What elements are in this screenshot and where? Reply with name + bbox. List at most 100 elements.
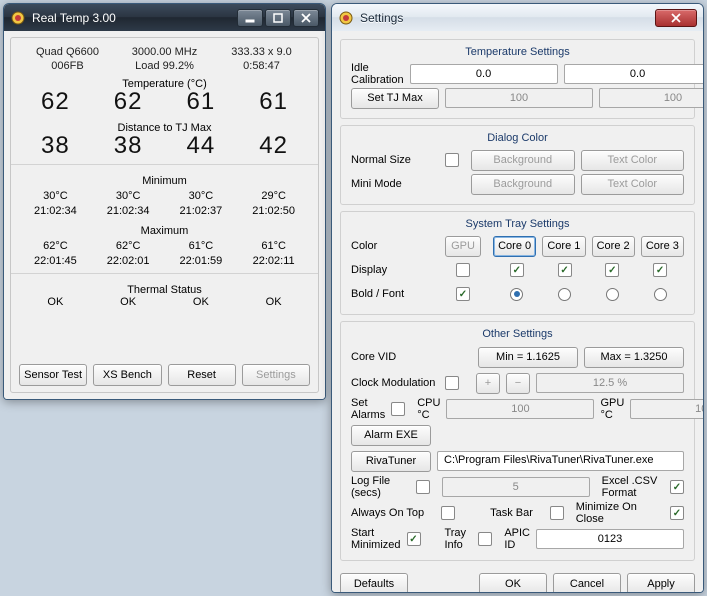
dialog-color-title: Dialog Color bbox=[351, 132, 684, 144]
idle-calibration-label: Idle Calibration bbox=[351, 62, 404, 86]
min-val-2: 30°C bbox=[189, 190, 214, 202]
uptime: 0:58:47 bbox=[213, 60, 310, 72]
gpu-c-label: GPU °C bbox=[600, 397, 624, 421]
core1-color-button[interactable]: Core 1 bbox=[542, 236, 585, 257]
corevid-label: Core VID bbox=[351, 351, 439, 363]
cpu-model: Quad Q6600 bbox=[19, 46, 116, 58]
minimum-header: Minimum bbox=[19, 175, 310, 187]
startmin-label: Start Minimized bbox=[351, 527, 401, 551]
mini-tc-button[interactable]: Text Color bbox=[581, 174, 685, 195]
gpu-color-button[interactable]: GPU bbox=[445, 236, 481, 257]
rivatuner-button[interactable]: RivaTuner bbox=[351, 451, 431, 472]
defaults-button[interactable]: Defaults bbox=[340, 573, 408, 593]
alarm-exe-button[interactable]: Alarm EXE bbox=[351, 425, 431, 446]
xs-bench-button[interactable]: XS Bench bbox=[93, 364, 161, 386]
dialog-color-group: Dialog Color Normal Size Background Text… bbox=[340, 125, 695, 205]
setalarms-label: Set Alarms bbox=[351, 397, 385, 421]
min-val-0: 30°C bbox=[43, 190, 68, 202]
tjmax-0 bbox=[445, 88, 593, 108]
corevid-max-button[interactable]: Max = 1.3250 bbox=[584, 347, 684, 368]
tj-dist-2: 44 bbox=[165, 132, 238, 160]
taskbar-label: Task Bar bbox=[490, 507, 544, 519]
minimize-button[interactable] bbox=[237, 9, 263, 27]
status-2: OK bbox=[165, 296, 238, 308]
other-settings-group: Other Settings Core VID Min = 1.1625 Max… bbox=[340, 321, 695, 561]
core-temp-1: 62 bbox=[92, 88, 165, 116]
bold-check[interactable] bbox=[456, 287, 470, 301]
corevid-min-button[interactable]: Min = 1.1625 bbox=[478, 347, 578, 368]
mini-mode-label: Mini Mode bbox=[351, 178, 439, 190]
tj-dist-1: 38 bbox=[92, 132, 165, 160]
mini-bg-button[interactable]: Background bbox=[471, 174, 575, 195]
realtemp-titlebar[interactable]: Real Temp 3.00 bbox=[4, 4, 325, 31]
startmin-check[interactable] bbox=[407, 532, 421, 546]
font-core0-radio[interactable] bbox=[510, 288, 523, 301]
max-val-3: 61°C bbox=[261, 240, 286, 252]
display-core1-check[interactable] bbox=[558, 263, 572, 277]
apply-button[interactable]: Apply bbox=[627, 573, 695, 593]
core2-color-button[interactable]: Core 2 bbox=[592, 236, 635, 257]
font-core2-radio[interactable] bbox=[606, 288, 619, 301]
always-on-top-label: Always On Top bbox=[351, 507, 435, 519]
max-time-1: 22:02:01 bbox=[107, 255, 150, 267]
minclose-label: Minimize On Close bbox=[576, 501, 664, 525]
min-val-1: 30°C bbox=[116, 190, 141, 202]
taskbar-check[interactable] bbox=[550, 506, 564, 520]
display-core3-check[interactable] bbox=[653, 263, 667, 277]
settings-titlebar[interactable]: Settings bbox=[332, 4, 703, 31]
clockmod-plus-button[interactable]: + bbox=[476, 373, 500, 394]
status-3: OK bbox=[237, 296, 310, 308]
close-button[interactable] bbox=[293, 9, 319, 27]
ok-button[interactable]: OK bbox=[479, 573, 547, 593]
normal-tc-button[interactable]: Text Color bbox=[581, 150, 685, 171]
normal-bg-button[interactable]: Background bbox=[471, 150, 575, 171]
cpu-code: 006FB bbox=[19, 60, 116, 72]
idle-cal-0[interactable] bbox=[410, 64, 558, 84]
sensor-test-button[interactable]: Sensor Test bbox=[19, 364, 87, 386]
core3-color-button[interactable]: Core 3 bbox=[641, 236, 684, 257]
reset-button[interactable]: Reset bbox=[168, 364, 236, 386]
minclose-check[interactable] bbox=[670, 506, 684, 520]
font-core1-radio[interactable] bbox=[558, 288, 571, 301]
temperature-settings-group: Temperature Settings Idle Calibration Se… bbox=[340, 39, 695, 119]
setalarms-check[interactable] bbox=[391, 402, 405, 416]
log-check[interactable] bbox=[416, 480, 430, 494]
rivatuner-path[interactable]: C:\Program Files\RivaTuner\RivaTuner.exe bbox=[437, 451, 684, 471]
display-label: Display bbox=[351, 264, 439, 276]
max-val-0: 62°C bbox=[43, 240, 68, 252]
realtemp-title: Real Temp 3.00 bbox=[32, 11, 237, 25]
settings-window: Settings Temperature Settings Idle Calib… bbox=[331, 3, 704, 593]
max-time-3: 22:02:11 bbox=[253, 255, 295, 267]
display-gpu-check[interactable] bbox=[456, 263, 470, 277]
apic-id[interactable] bbox=[536, 529, 684, 549]
settings-button[interactable]: Settings bbox=[242, 364, 310, 386]
clockmod-check[interactable] bbox=[445, 376, 459, 390]
max-val-1: 62°C bbox=[116, 240, 141, 252]
always-check[interactable] bbox=[441, 506, 455, 520]
maximize-button[interactable] bbox=[265, 9, 291, 27]
normal-size-check[interactable] bbox=[445, 153, 459, 167]
settings-close-button[interactable] bbox=[655, 9, 697, 27]
display-core2-check[interactable] bbox=[605, 263, 619, 277]
apic-label: APIC ID bbox=[504, 527, 530, 551]
clockmod-label: Clock Modulation bbox=[351, 377, 439, 389]
clockmod-minus-button[interactable]: − bbox=[506, 373, 530, 394]
display-core0-check[interactable] bbox=[510, 263, 524, 277]
core0-color-button[interactable]: Core 0 bbox=[493, 236, 536, 257]
log-secs bbox=[442, 477, 590, 497]
trayinfo-check[interactable] bbox=[478, 532, 492, 546]
max-time-0: 22:01:45 bbox=[34, 255, 77, 267]
excel-check[interactable] bbox=[670, 480, 684, 494]
set-tjmax-button[interactable]: Set TJ Max bbox=[351, 88, 439, 109]
min-val-3: 29°C bbox=[261, 190, 286, 202]
settings-icon bbox=[338, 10, 354, 26]
font-core3-radio[interactable] bbox=[654, 288, 667, 301]
boldfont-label: Bold / Font bbox=[351, 288, 439, 300]
excel-label: Excel .CSV Format bbox=[602, 475, 664, 499]
cancel-button[interactable]: Cancel bbox=[553, 573, 621, 593]
temp-settings-title: Temperature Settings bbox=[351, 46, 684, 58]
core-temp-3: 61 bbox=[237, 88, 310, 116]
idle-cal-1[interactable] bbox=[564, 64, 704, 84]
tj-dist-3: 42 bbox=[237, 132, 310, 160]
realtemp-panel: Quad Q6600 3000.00 MHz 333.33 x 9.0 006F… bbox=[10, 37, 319, 393]
